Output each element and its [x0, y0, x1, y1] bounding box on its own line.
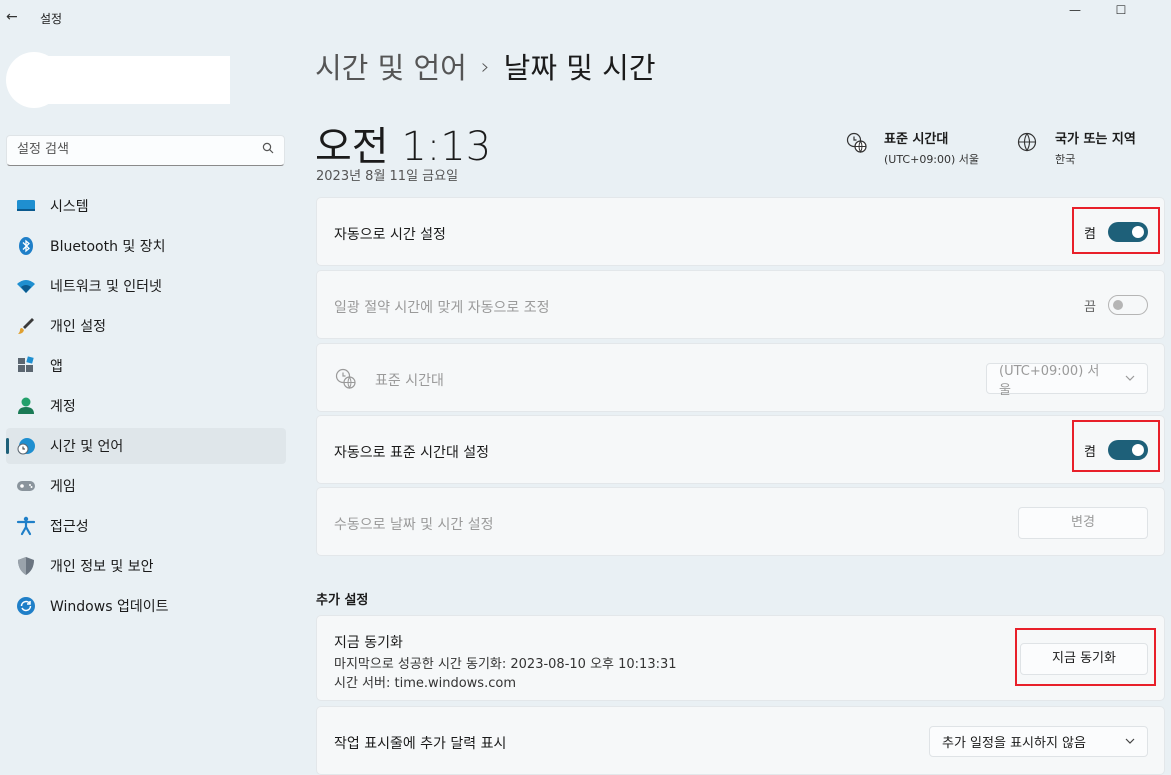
apps-icon	[16, 356, 36, 376]
additional-settings-heading: 추가 설정	[316, 593, 369, 608]
sync-last-success: 마지막으로 성공한 시간 동기화: 2023-08-10 오후 10:13:31	[334, 657, 677, 672]
breadcrumb: 시간 및 언어 › 날짜 및 시간	[315, 45, 656, 87]
timezone-label: 표준 시간대	[375, 373, 444, 389]
manual-time-label: 수동으로 날짜 및 시간 설정	[334, 517, 494, 533]
sidebar-item-label: 개인 정보 및 보안	[50, 559, 154, 575]
timezone-title: 표준 시간대	[884, 132, 949, 147]
auto-time-toggle[interactable]	[1108, 222, 1148, 242]
timezone-dropdown[interactable]: (UTC+09:00) 서울	[986, 363, 1148, 398]
gamepad-icon	[16, 476, 36, 496]
active-indicator	[6, 438, 9, 454]
toggle-state-text: 켬	[1084, 226, 1096, 242]
auto-timezone-toggle-group[interactable]: 켬	[1084, 440, 1148, 460]
chevron-down-icon	[1125, 373, 1135, 384]
sidebar-item-network[interactable]: 네트워크 및 인터넷	[6, 268, 286, 304]
globe-icon	[1017, 132, 1039, 154]
brush-icon	[16, 316, 36, 336]
sync-time-server: 시간 서버: time.windows.com	[334, 676, 516, 691]
sidebar-item-personalization[interactable]: 개인 설정	[6, 308, 286, 344]
sidebar-item-label: 네트워크 및 인터넷	[50, 279, 162, 295]
current-date: 2023년 8월 11일 금요일	[316, 169, 459, 184]
sidebar-item-label: 시간 및 언어	[50, 439, 124, 455]
update-icon	[16, 596, 36, 616]
clock-globe-icon	[16, 436, 36, 456]
additional-calendar-card: 작업 표시줄에 추가 달력 표시 추가 일정을 표시하지 않음	[316, 706, 1165, 775]
timezone-info: 표준 시간대 (UTC+09:00) 서울	[846, 128, 979, 167]
person-icon	[16, 396, 36, 416]
additional-calendar-label: 작업 표시줄에 추가 달력 표시	[334, 736, 507, 752]
dst-card: 일광 절약 시간에 맞게 자동으로 조정 끔	[316, 270, 1165, 339]
current-time: 오전 1:13	[315, 124, 492, 170]
maximize-button[interactable]: ☐	[1098, 0, 1144, 22]
timezone-dropdown-value: (UTC+09:00) 서울	[999, 363, 1100, 398]
sync-title: 지금 동기화	[334, 635, 403, 651]
sidebar-item-privacy[interactable]: 개인 정보 및 보안	[6, 548, 286, 584]
back-arrow-icon: ←	[6, 9, 18, 25]
sidebar-nav: 시스템 Bluetooth 및 장치 네트워크 및 인터넷 개인 설정 앱 계정	[6, 188, 286, 628]
auto-timezone-label: 자동으로 표준 시간대 설정	[334, 445, 490, 461]
auto-time-card: 자동으로 시간 설정 켬	[316, 197, 1165, 266]
sync-now-button[interactable]: 지금 동기화	[1020, 643, 1148, 675]
timezone-clock-icon	[846, 132, 868, 154]
timezone-clock-icon	[335, 368, 357, 394]
dst-label: 일광 절약 시간에 맞게 자동으로 조정	[334, 300, 550, 316]
auto-timezone-toggle[interactable]	[1108, 440, 1148, 460]
sidebar-item-accessibility[interactable]: 접근성	[6, 508, 286, 544]
minimize-icon: —	[1069, 3, 1081, 17]
sidebar-item-label: 계정	[50, 399, 76, 415]
sidebar-item-label: 게임	[50, 479, 76, 495]
sidebar-item-label: 개인 설정	[50, 319, 106, 335]
auto-time-label: 자동으로 시간 설정	[334, 227, 446, 243]
manual-time-card: 수동으로 날짜 및 시간 설정 변경	[316, 487, 1165, 556]
sidebar-item-label: Windows 업데이트	[50, 599, 169, 615]
dst-toggle-group[interactable]: 끔	[1084, 295, 1148, 315]
sidebar-item-bluetooth[interactable]: Bluetooth 및 장치	[6, 228, 286, 264]
search-icon	[262, 142, 274, 158]
region-value: 한국	[1055, 153, 1076, 166]
bluetooth-icon	[16, 236, 36, 256]
search-input[interactable]	[17, 142, 252, 157]
maximize-icon: ☐	[1115, 3, 1127, 17]
back-button[interactable]: ←	[6, 8, 24, 26]
minimize-button[interactable]: —	[1052, 0, 1098, 22]
sidebar-item-label: Bluetooth 및 장치	[50, 239, 166, 255]
breadcrumb-separator: ›	[480, 55, 490, 80]
search-box[interactable]	[6, 135, 285, 166]
sidebar-item-label: 앱	[50, 359, 63, 375]
sidebar-item-accounts[interactable]: 계정	[6, 388, 286, 424]
wifi-icon	[16, 276, 36, 296]
sidebar-item-apps[interactable]: 앱	[6, 348, 286, 384]
timezone-card: 표준 시간대 (UTC+09:00) 서울	[316, 343, 1165, 412]
region-title: 국가 또는 지역	[1055, 132, 1136, 147]
sidebar-item-gaming[interactable]: 게임	[6, 468, 286, 504]
accessibility-icon	[16, 516, 36, 536]
sidebar-item-system[interactable]: 시스템	[6, 188, 286, 224]
shield-icon	[16, 556, 36, 576]
additional-calendar-dropdown[interactable]: 추가 일정을 표시하지 않음	[929, 726, 1148, 757]
timezone-value: (UTC+09:00) 서울	[884, 153, 980, 166]
system-icon	[16, 196, 36, 216]
change-button[interactable]: 변경	[1018, 507, 1148, 539]
page-title: 날짜 및 시간	[503, 51, 656, 85]
sidebar-item-label: 시스템	[50, 199, 89, 215]
app-title: 설정	[40, 12, 63, 26]
sync-card: 지금 동기화 마지막으로 성공한 시간 동기화: 2023-08-10 오후 1…	[316, 615, 1165, 701]
auto-timezone-card: 자동으로 표준 시간대 설정 켬	[316, 415, 1165, 484]
breadcrumb-parent[interactable]: 시간 및 언어	[315, 51, 467, 85]
toggle-state-text: 켬	[1084, 444, 1096, 460]
auto-time-toggle-group[interactable]: 켬	[1084, 222, 1148, 242]
additional-calendar-value: 추가 일정을 표시하지 않음	[942, 736, 1086, 751]
dst-toggle[interactable]	[1108, 295, 1148, 315]
toggle-state-text: 끔	[1084, 299, 1096, 315]
sidebar-item-windows-update[interactable]: Windows 업데이트	[6, 588, 286, 624]
chevron-down-icon	[1125, 736, 1135, 747]
sidebar-item-label: 접근성	[50, 519, 89, 535]
sidebar-item-time-language[interactable]: 시간 및 언어	[6, 428, 286, 464]
profile-name-redacted	[48, 56, 230, 104]
region-info: 국가 또는 지역 한국	[1017, 128, 1136, 167]
